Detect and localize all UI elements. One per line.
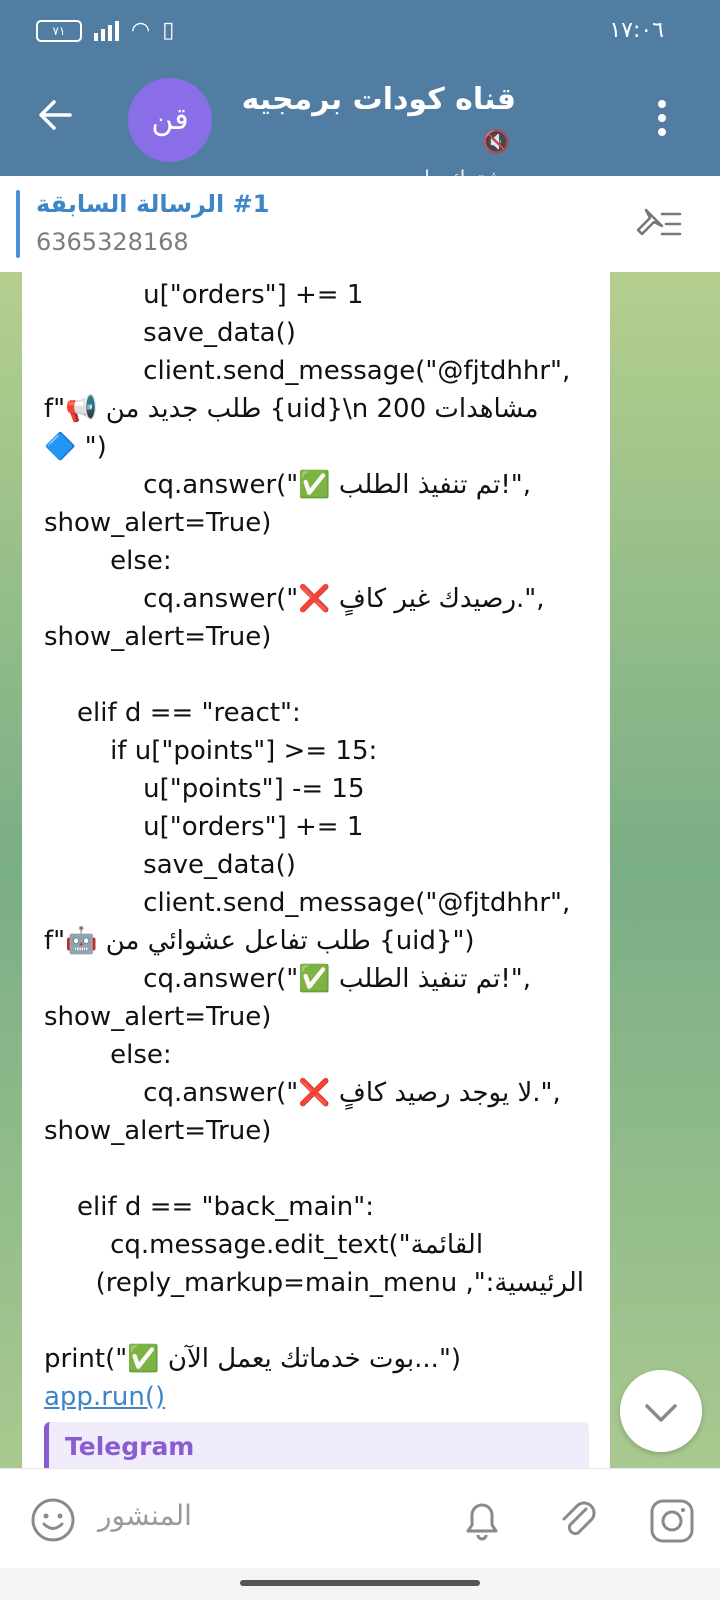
battery-icon: ٧١ bbox=[36, 19, 82, 42]
code-line: u["points"] -= 15 bbox=[44, 774, 365, 804]
more-menu-icon[interactable] bbox=[656, 100, 668, 136]
signal-icon bbox=[94, 20, 119, 41]
code-line: f"🤖 طلب تفاعل عشوائي من {uid}") bbox=[44, 926, 475, 956]
code-line: cq.answer("❌ رصيدك غير كافٍ.", bbox=[44, 584, 545, 614]
code-line: client.send_message("@fjtdhhr", bbox=[44, 888, 571, 918]
code-block: u["orders"] += 1 save_data() client.send… bbox=[44, 276, 584, 1416]
code-line: print("✅ بوت خدماتك يعمل الآن...") bbox=[44, 1344, 462, 1374]
muted-icon: 🔇 bbox=[482, 130, 510, 155]
code-line: app.run() bbox=[44, 1378, 584, 1416]
code-line: cq.answer("❌ لا يوجد رصيد كافٍ.", bbox=[44, 1078, 561, 1108]
instagram-icon[interactable] bbox=[648, 1497, 696, 1545]
wifi-icon: ◠ bbox=[131, 18, 151, 43]
code-line: else: bbox=[44, 1040, 172, 1070]
code-line: cq.answer("✅ تم تنفيذ الطلب!", bbox=[44, 470, 531, 500]
pinned-message-bar[interactable]: #1 الرسالة السابقة 6365328168 bbox=[0, 176, 720, 273]
code-line: save_data() bbox=[44, 850, 296, 880]
code-line: client.send_message("@fjtdhhr", bbox=[44, 356, 571, 386]
code-line: 🔷 ") bbox=[44, 432, 107, 462]
code-line: elif d == "back_main": bbox=[44, 1192, 374, 1222]
code-line: u["orders"] += 1 bbox=[44, 280, 364, 310]
status-bar: ٧١ ◠ ▯ ١٧:٠٦ bbox=[0, 14, 720, 50]
back-arrow-icon[interactable] bbox=[38, 98, 72, 132]
channel-title: قناه كودات برمجيه🔇 bbox=[241, 82, 516, 155]
code-line: show_alert=True) bbox=[44, 1116, 272, 1146]
home-handle[interactable] bbox=[240, 1580, 480, 1586]
code-line: save_data() bbox=[44, 318, 296, 348]
code-link[interactable]: app.run() bbox=[44, 1382, 165, 1412]
pinned-text: 6365328168 bbox=[36, 228, 189, 256]
link-preview-title: Telegram bbox=[65, 1432, 195, 1461]
code-line: show_alert=True) bbox=[44, 508, 272, 538]
vibrate-icon: ▯ bbox=[162, 18, 175, 43]
chat-area: u["orders"] += 1 save_data() client.send… bbox=[0, 272, 720, 1468]
code-line: الرئيسية:", reply_markup=main_menu) bbox=[95, 1268, 584, 1298]
pinned-indicator bbox=[16, 190, 20, 258]
code-line: cq.message.edit_text("القائمة bbox=[44, 1230, 484, 1260]
channel-avatar[interactable]: قن bbox=[128, 78, 212, 162]
code-line: show_alert=True) bbox=[44, 1002, 272, 1032]
code-line: else: bbox=[44, 546, 172, 576]
code-line: if u["points"] >= 15: bbox=[44, 736, 378, 766]
scroll-down-button[interactable] bbox=[620, 1370, 702, 1452]
status-time: ١٧:٠٦ bbox=[609, 18, 664, 43]
bell-icon[interactable] bbox=[460, 1495, 504, 1543]
code-line: u["orders"] += 1 bbox=[44, 812, 364, 842]
code-line: show_alert=True) bbox=[44, 622, 272, 652]
system-nav-bar bbox=[0, 1568, 720, 1600]
attach-icon[interactable] bbox=[556, 1495, 600, 1543]
bottom-bar: المنشور bbox=[0, 1468, 720, 1569]
status-icons: ٧١ ◠ ▯ bbox=[36, 18, 174, 43]
code-line: f"📢 طلب جديد من {uid}\n مشاهدات 200 bbox=[44, 394, 539, 424]
pin-list-icon[interactable] bbox=[632, 204, 684, 244]
post-input[interactable]: المنشور bbox=[98, 1499, 192, 1532]
emoji-icon[interactable] bbox=[30, 1497, 76, 1543]
chat-header: ٧١ ◠ ▯ ١٧:٠٦ قن قناه كودات برمجيه🔇 مشترك… bbox=[0, 0, 720, 192]
pinned-title: #1 الرسالة السابقة bbox=[36, 190, 270, 218]
message-bubble: u["orders"] += 1 save_data() client.send… bbox=[22, 272, 610, 1468]
code-line: cq.answer("✅ تم تنفيذ الطلب!", bbox=[44, 964, 531, 994]
link-preview[interactable]: Telegram bbox=[44, 1422, 589, 1468]
code-line: elif d == "react": bbox=[44, 698, 301, 728]
